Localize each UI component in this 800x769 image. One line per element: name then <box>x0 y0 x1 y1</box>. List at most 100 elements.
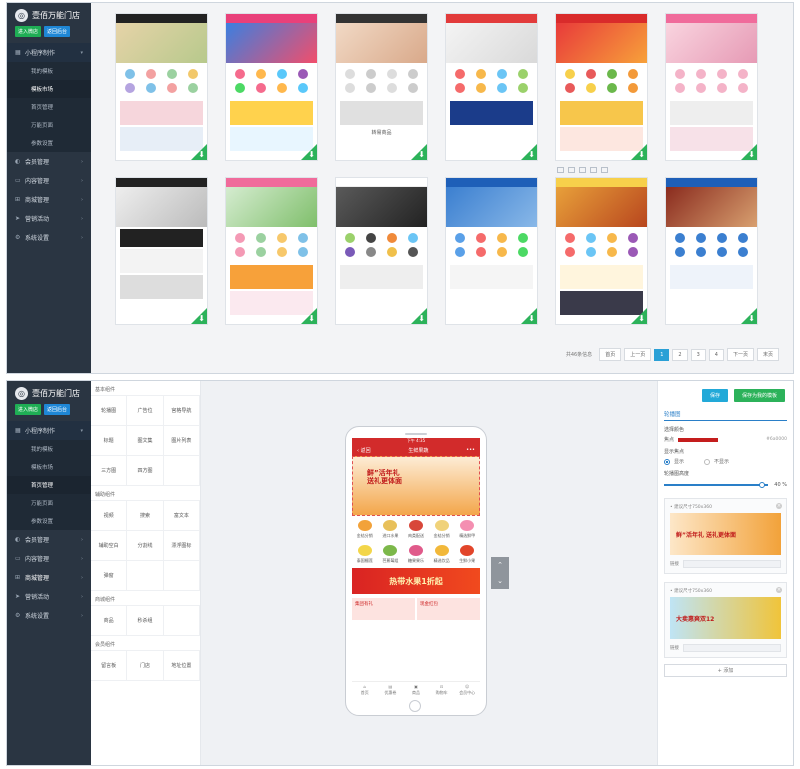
template-card[interactable]: 转易商品 ⬇ <box>335 13 428 161</box>
last-page-button[interactable]: 末页 <box>756 348 779 361</box>
nav-content-management[interactable]: ▭ 内容管理 › <box>7 549 91 568</box>
component-item[interactable]: 轮播图 <box>91 396 128 426</box>
share-icon[interactable] <box>590 167 597 173</box>
nav-marketing[interactable]: ➤ 营销活动 › <box>7 587 91 606</box>
category-item[interactable]: 精选饮品 <box>429 545 455 564</box>
component-item[interactable]: 门店 <box>127 651 164 681</box>
template-card[interactable]: ⬇ <box>115 13 208 161</box>
view-store-button[interactable]: 进入微店 <box>15 26 42 37</box>
slide-image[interactable]: 大卖惠爽双12 <box>670 597 781 639</box>
nav-member-management[interactable]: ◐ 会员管理 › <box>7 152 91 171</box>
delete-icon[interactable] <box>601 167 608 173</box>
component-item[interactable]: 辅助空白 <box>91 531 128 561</box>
category-item[interactable]: 金桔分销 <box>352 520 378 539</box>
more-icon[interactable]: ••• <box>466 447 475 453</box>
tab-cart[interactable]: ⊡ 购物车 <box>429 682 455 697</box>
tab-products[interactable]: ▣ 商品 <box>403 682 429 697</box>
sub-template-market[interactable]: 模板市场 <box>7 80 91 98</box>
page-1-button[interactable]: 1 <box>654 348 670 361</box>
save-as-template-button[interactable]: 保存为我的模板 <box>733 389 785 402</box>
component-item[interactable]: 地址位置 <box>163 651 200 681</box>
component-item[interactable]: 图文集 <box>127 426 164 456</box>
nav-member-management[interactable]: ◐ 会员管理 › <box>7 530 91 549</box>
sub-universal-pages[interactable]: 万能页面 <box>7 494 91 512</box>
page-3-button[interactable]: 3 <box>690 348 706 361</box>
template-card[interactable]: ⬇ <box>665 13 758 161</box>
component-item[interactable]: 分割线 <box>127 531 164 561</box>
template-card[interactable]: ⬇ <box>445 13 538 161</box>
move-down-icon[interactable]: ⌄ <box>497 577 503 585</box>
sub-universal-pages[interactable]: 万能页面 <box>7 116 91 134</box>
download-icon[interactable]: ⬇ <box>521 144 537 160</box>
edit-icon[interactable] <box>568 167 575 173</box>
component-item[interactable]: 商品 <box>91 606 128 636</box>
category-item[interactable]: 肉类配送 <box>403 520 429 539</box>
template-card[interactable]: ⬇ <box>335 177 428 325</box>
sub-template-market[interactable]: 模板市场 <box>7 458 91 476</box>
component-item[interactable]: 弹窗 <box>91 561 128 591</box>
download-icon[interactable]: ⬇ <box>191 308 207 324</box>
close-icon[interactable]: × <box>776 587 782 593</box>
view-store-button[interactable]: 进入微店 <box>15 404 42 415</box>
link-input[interactable] <box>683 560 781 568</box>
component-item[interactable]: 视频 <box>91 501 128 531</box>
sub-home-management[interactable]: 首页管理 <box>7 98 91 116</box>
slider-handle[interactable] <box>759 482 765 488</box>
category-item[interactable]: 芭蕉莓组 <box>378 545 404 564</box>
template-card[interactable]: ⬇ <box>555 177 648 325</box>
component-item[interactable]: 标题 <box>91 426 128 456</box>
return-admin-button[interactable]: 返回后台 <box>44 404 71 415</box>
promo-banner[interactable]: 热带水果1折起 <box>352 568 480 594</box>
category-item[interactable]: 糖果果乐 <box>403 545 429 564</box>
category-item[interactable]: 进口水果 <box>378 520 404 539</box>
nav-mini-program[interactable]: ▦ 小程序制作 ▾ <box>7 43 91 62</box>
tab-member[interactable]: ☺ 会员中心 <box>454 682 480 697</box>
preview-icon[interactable] <box>557 167 564 173</box>
carousel-banner[interactable]: 鲜”活年礼 送礼更体面 <box>352 456 480 516</box>
move-up-icon[interactable]: ⌃ <box>497 561 503 569</box>
prev-page-button[interactable]: 上一页 <box>624 348 652 361</box>
slide-image[interactable]: 鲜”活年礼 送礼更体面 <box>670 513 781 555</box>
nav-system-settings[interactable]: ⚙ 系统设置 › <box>7 606 91 625</box>
sub-home-management[interactable]: 首页管理 <box>7 476 91 494</box>
component-item[interactable]: 四方图 <box>127 456 164 486</box>
component-item[interactable]: 搜索 <box>127 501 164 531</box>
download-icon[interactable]: ⬇ <box>411 144 427 160</box>
tab-coupons[interactable]: ▤ 优惠卷 <box>378 682 404 697</box>
sub-parameter-settings[interactable]: 参数设置 <box>7 134 91 152</box>
nav-mall-management[interactable]: ⊞ 商城管理 › <box>7 190 91 209</box>
color-swatch[interactable] <box>678 437 719 442</box>
template-card[interactable]: ⬇ <box>665 177 758 325</box>
category-item[interactable]: 泰国榴莲 <box>352 545 378 564</box>
hide-radio[interactable] <box>704 458 711 465</box>
first-page-button[interactable]: 首页 <box>599 348 622 361</box>
height-slider[interactable]: 40 % <box>664 480 787 490</box>
link-input[interactable] <box>683 644 781 652</box>
component-item[interactable]: 三方图 <box>91 456 128 486</box>
copy-icon[interactable] <box>579 167 586 173</box>
next-page-button[interactable]: 下一页 <box>726 348 754 361</box>
close-icon[interactable]: × <box>776 503 782 509</box>
nav-mini-program[interactable]: ▦ 小程序制作 ▾ <box>7 421 91 440</box>
download-icon[interactable]: ⬇ <box>741 308 757 324</box>
download-icon[interactable]: ⬇ <box>411 308 427 324</box>
promo-right[interactable]: 现金红包 <box>417 598 480 620</box>
component-item[interactable]: 留言板 <box>91 651 128 681</box>
category-item[interactable]: 金桔分销 <box>429 520 455 539</box>
save-button[interactable]: 保存 <box>701 389 728 402</box>
nav-marketing[interactable]: ➤ 营销活动 › <box>7 209 91 228</box>
nav-system-settings[interactable]: ⚙ 系统设置 › <box>7 228 91 247</box>
promo-left[interactable]: 集团有礼 <box>352 598 415 620</box>
category-item[interactable]: 生鲜小果 <box>454 545 480 564</box>
nav-content-management[interactable]: ▭ 内容管理 › <box>7 171 91 190</box>
component-item[interactable]: 图片列表 <box>163 426 200 456</box>
sub-my-templates[interactable]: 我的模板 <box>7 62 91 80</box>
template-card[interactable]: ⬇ <box>225 177 318 325</box>
category-item[interactable]: 精选鲜甲 <box>454 520 480 539</box>
component-item[interactable]: 富文本 <box>163 501 200 531</box>
download-icon[interactable]: ⬇ <box>521 308 537 324</box>
template-card[interactable]: ⬇ <box>115 177 208 325</box>
nav-mall-management[interactable]: ⊞ 商城管理 › <box>7 568 91 587</box>
back-button[interactable]: ‹ 返回 <box>357 447 371 454</box>
template-card[interactable]: ⬇ <box>445 177 538 325</box>
